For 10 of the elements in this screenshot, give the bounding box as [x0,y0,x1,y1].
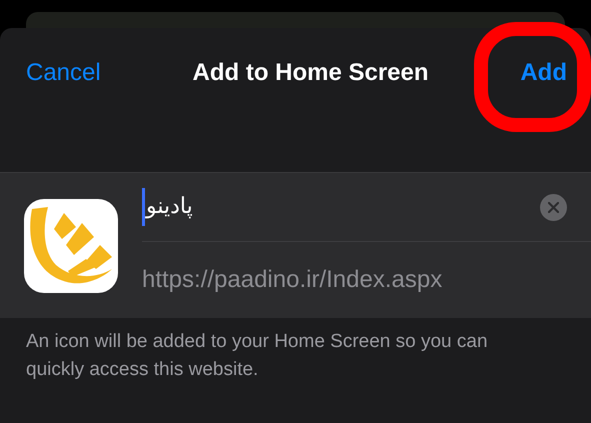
url-text: https://paadino.ir/Index.aspx [142,265,442,295]
clear-button[interactable] [540,194,567,220]
cancel-button[interactable]: Cancel [26,55,101,91]
name-field[interactable]: پادینو [145,190,195,224]
text-cursor [142,188,145,226]
sheet-title: Add to Home Screen [192,58,429,88]
close-icon [548,202,559,212]
app-logo-icon [24,199,118,293]
add-button[interactable]: Add [520,55,567,91]
footer-note: An icon will be added to your Home Screen so you can quickly access this website. [25,330,489,382]
